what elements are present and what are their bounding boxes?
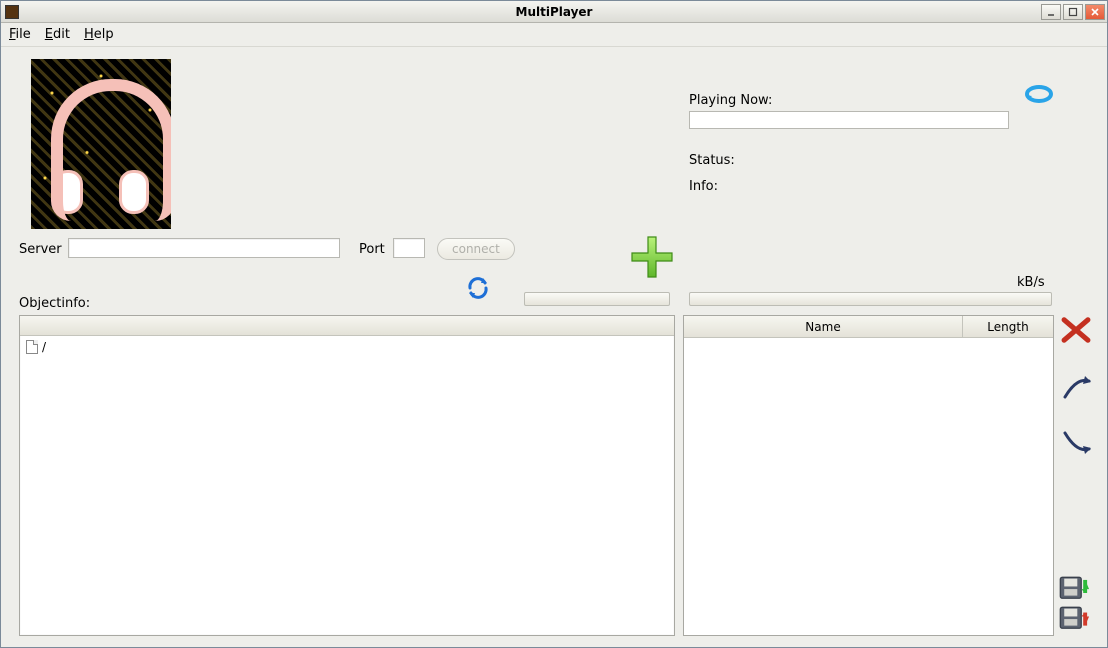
port-label: Port <box>359 242 385 257</box>
headphone-right <box>119 170 149 214</box>
playlist-table[interactable]: Name Length <box>683 315 1054 636</box>
window-title: MultiPlayer <box>1 5 1107 19</box>
column-length[interactable]: Length <box>963 316 1053 337</box>
speed-unit: kB/s <box>1017 275 1045 290</box>
titlebar[interactable]: MultiPlayer <box>1 1 1107 23</box>
playlist-header: Name Length <box>684 316 1053 338</box>
arrow-down-icon <box>1059 427 1093 457</box>
delete-icon <box>1059 313 1093 347</box>
save-up-button[interactable] <box>1059 605 1093 635</box>
refresh-icon <box>465 275 491 301</box>
progress-right <box>689 292 1052 306</box>
menu-edit-rest: dit <box>53 27 70 42</box>
menu-file-rest: ile <box>16 27 31 42</box>
window-controls <box>1039 4 1105 20</box>
refresh-button[interactable] <box>465 275 491 301</box>
column-name-label: Name <box>805 320 840 334</box>
server-input[interactable] <box>68 238 340 258</box>
delete-button[interactable] <box>1059 315 1093 345</box>
tree-row-root[interactable]: / <box>20 336 674 358</box>
close-icon <box>1090 7 1100 17</box>
close-button[interactable] <box>1085 4 1105 20</box>
add-button[interactable] <box>628 233 676 281</box>
plus-icon <box>628 233 676 281</box>
move-down-button[interactable] <box>1059 427 1093 457</box>
object-tree[interactable]: / <box>19 315 675 636</box>
headphone-left <box>53 170 83 214</box>
document-icon <box>26 340 38 354</box>
maximize-icon <box>1068 7 1078 17</box>
objectinfo-label: Objectinfo: <box>19 296 90 311</box>
client-area: Server Port connect Objectinfo: <box>1 47 1107 647</box>
album-art <box>31 59 171 229</box>
menu-help-rest: elp <box>94 27 114 42</box>
save-up-icon <box>1059 606 1093 635</box>
menubar: File Edit Help <box>1 23 1107 47</box>
loop-icon <box>1023 81 1055 107</box>
maximize-button[interactable] <box>1063 4 1083 20</box>
port-input[interactable] <box>393 238 425 258</box>
object-tree-header <box>20 316 674 336</box>
arrow-up-icon <box>1059 373 1093 403</box>
progress-left <box>524 292 670 306</box>
menu-file[interactable]: File <box>9 27 31 42</box>
info-label: Info: <box>689 179 718 194</box>
tree-root-label: / <box>42 340 46 354</box>
move-up-button[interactable] <box>1059 373 1093 403</box>
connect-button-label: connect <box>452 242 500 256</box>
menu-help[interactable]: Help <box>84 27 114 42</box>
save-down-icon <box>1059 576 1093 605</box>
minimize-icon <box>1046 7 1056 17</box>
playing-now-label: Playing Now: <box>689 93 772 108</box>
save-down-button[interactable] <box>1059 575 1093 605</box>
connect-button[interactable]: connect <box>437 238 515 260</box>
app-icon <box>5 5 19 19</box>
playing-now-field <box>689 111 1009 129</box>
app-window: MultiPlayer File Edit Help Server Port <box>0 0 1108 648</box>
column-length-label: Length <box>987 320 1028 334</box>
server-label: Server <box>19 242 62 257</box>
minimize-button[interactable] <box>1041 4 1061 20</box>
loop-button[interactable] <box>1023 81 1055 107</box>
menu-edit[interactable]: Edit <box>45 27 70 42</box>
status-label: Status: <box>689 153 735 168</box>
column-name[interactable]: Name <box>684 316 963 337</box>
